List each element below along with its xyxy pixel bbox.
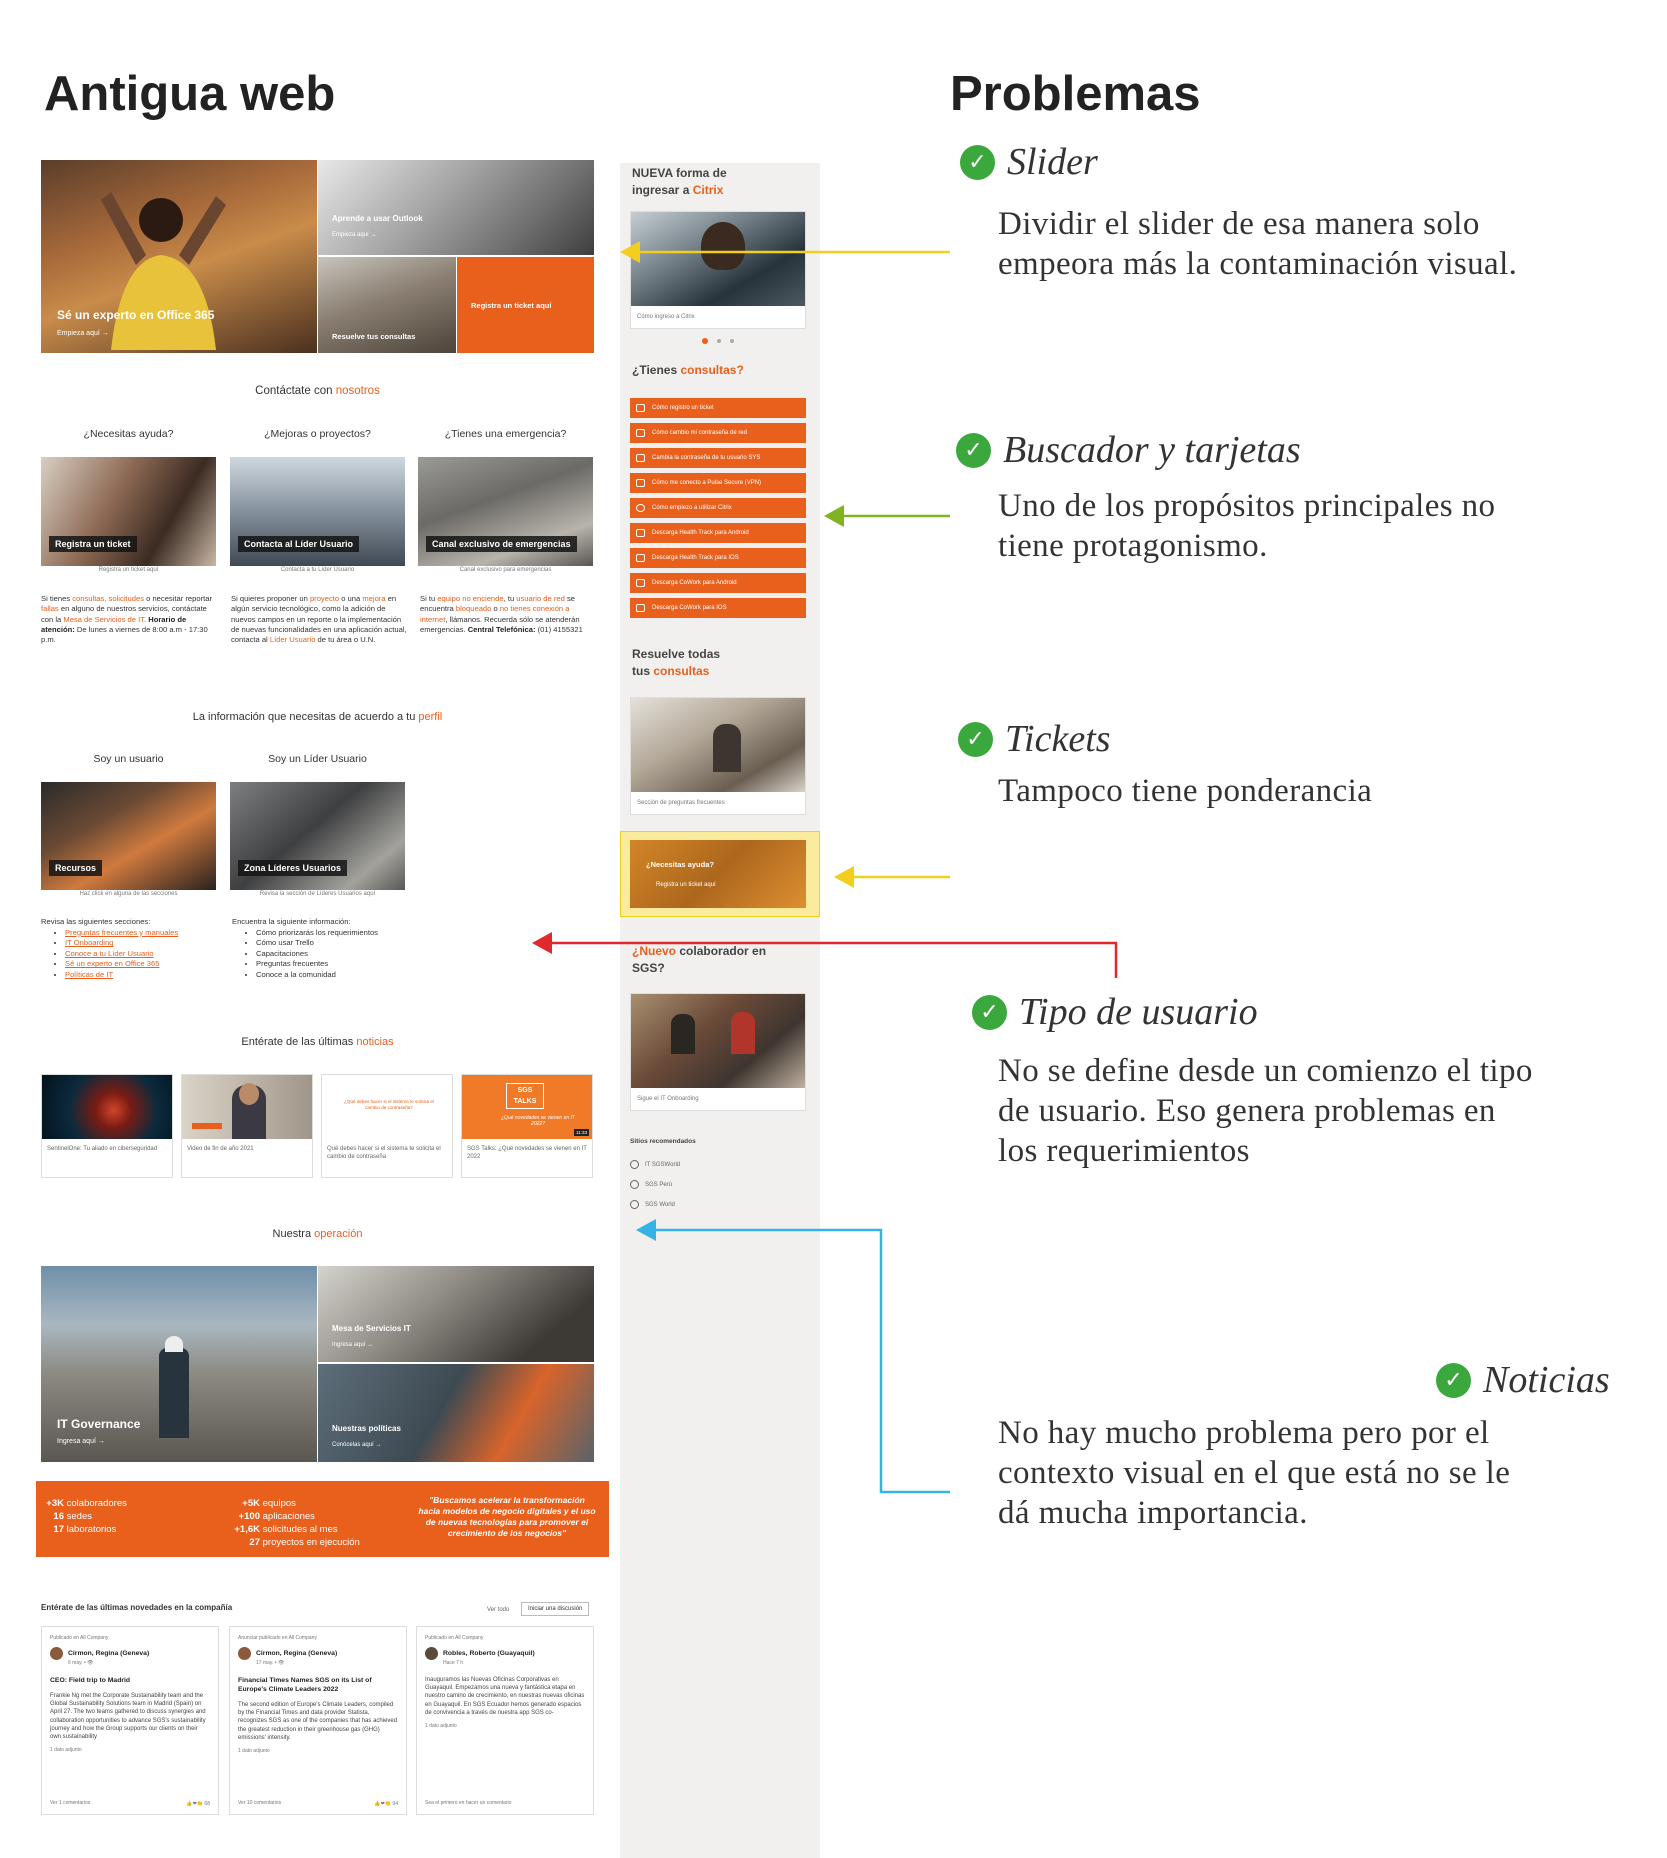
problem-tickets: ✓ Tickets [958,717,1111,761]
problem-tipo-usuario-desc: No se define desde un comienzo el tipo de… [998,1053,1533,1169]
problem-buscador-desc: Uno de los propósitos principales no tien… [998,488,1496,564]
arrow-noticias [652,1228,950,1494]
check-icon: ✓ [1436,1362,1471,1398]
problem-slider: ✓ Slider [960,140,1098,184]
problem-noticias-desc: No hay mucho problema pero por el context… [998,1415,1511,1531]
check-icon: ✓ [958,721,993,757]
check-icon: ✓ [960,144,995,180]
problem-tipo-usuario: ✓ Tipo de usuario [972,990,1258,1034]
check-icon: ✓ [956,432,991,468]
problem-buscador: ✓ Buscador y tarjetas [956,428,1301,472]
arrow-tipo-usuario [548,941,1118,978]
problem-noticias: ✓ Noticias [1436,1358,1610,1402]
problem-slider-desc: Dividir el slider de esa manera solo empe… [998,206,1518,282]
problem-tickets-desc: Tampoco tiene ponderancia [998,773,1373,809]
check-icon: ✓ [972,994,1007,1030]
